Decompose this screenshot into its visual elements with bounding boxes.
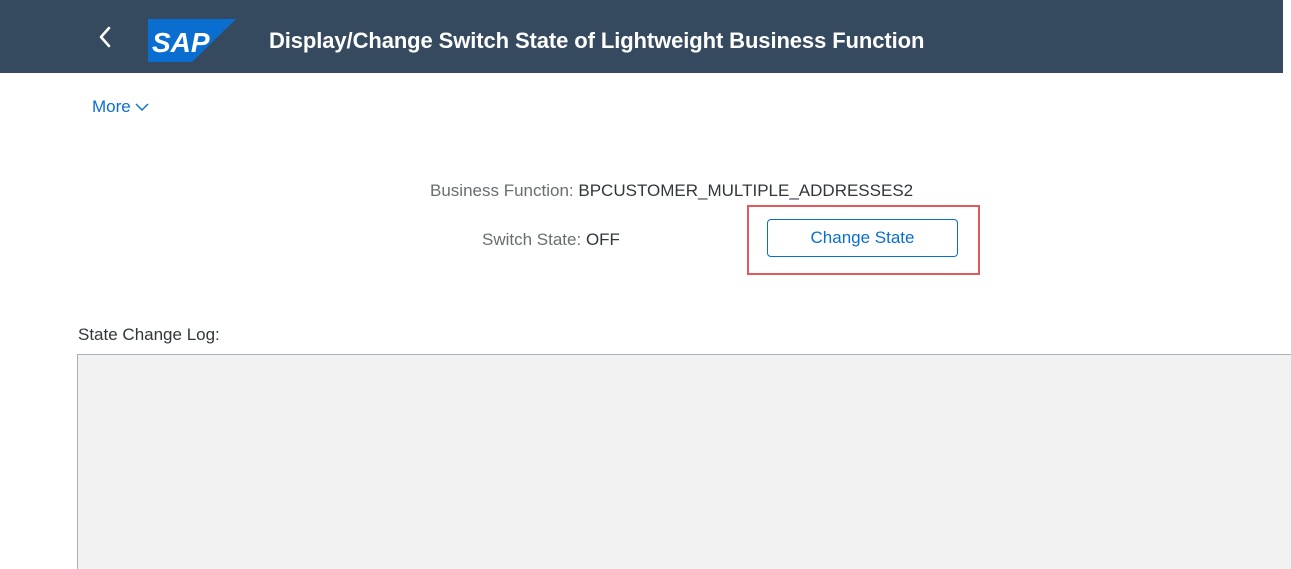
state-change-log-textarea[interactable] <box>77 354 1291 569</box>
chevron-left-icon <box>99 26 111 48</box>
shell-header: SAP Display/Change Switch State of Light… <box>0 0 1283 73</box>
chevron-down-icon <box>135 103 149 111</box>
business-function-row: Business Function: BPCUSTOMER_MULTIPLE_A… <box>430 181 913 201</box>
more-label: More <box>92 97 131 116</box>
back-button[interactable] <box>90 22 120 52</box>
more-menu[interactable]: More <box>92 97 149 117</box>
sap-logo[interactable]: SAP <box>148 19 236 62</box>
switch-state-value: OFF <box>585 230 620 249</box>
business-function-value: BPCUSTOMER_MULTIPLE_ADDRESSES2 <box>578 181 914 200</box>
change-state-button[interactable]: Change State <box>767 219 958 257</box>
sap-logo-text: SAP <box>152 27 210 58</box>
page-title: Display/Change Switch State of Lightweig… <box>269 28 925 53</box>
business-function-label: Business Function: <box>430 181 574 200</box>
switch-state-label: Switch State: <box>482 230 582 249</box>
switch-state-row: Switch State: OFF <box>482 230 620 250</box>
state-change-log-label: State Change Log: <box>78 325 220 344</box>
